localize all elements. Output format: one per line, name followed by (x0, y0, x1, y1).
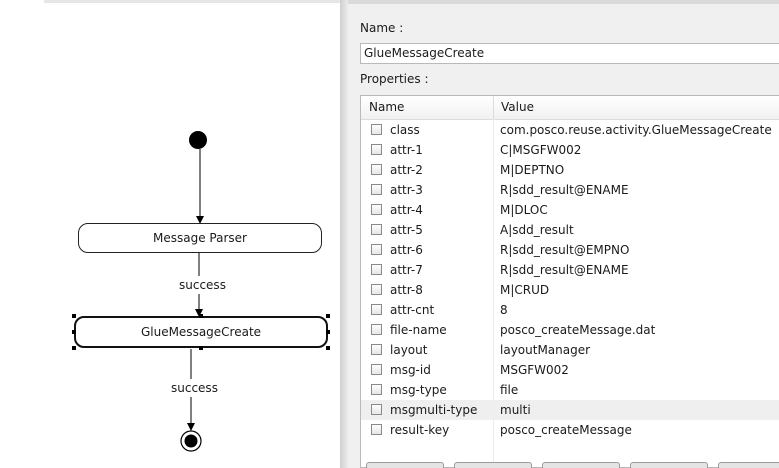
table-row[interactable]: attr-3 R|sdd_result@ENAME (361, 180, 779, 200)
property-value-cell[interactable]: M|DLOC (500, 200, 548, 220)
property-value-cell[interactable]: R|sdd_result@EMPNO (500, 240, 629, 260)
property-value-cell[interactable]: R|sdd_result@ENAME (500, 260, 629, 280)
property-name-cell: layout (390, 343, 428, 357)
properties-panel: Name : GlueMessageCreate Properties : Na… (348, 0, 779, 468)
property-value-cell[interactable]: 8 (500, 300, 508, 320)
selection-handle-nw[interactable] (72, 314, 76, 318)
property-name-cell: file-name (390, 323, 447, 337)
table-row[interactable]: attr-2 M|DEPTNO (361, 160, 779, 180)
diagram-canvas[interactable]: Message Parser success GlueMessageCreate… (0, 0, 340, 468)
name-label: Name : (360, 21, 404, 35)
property-name-cell: attr-8 (390, 283, 423, 297)
property-name-cell: msgmulti-type (390, 403, 478, 417)
end-node-inner (184, 434, 198, 448)
edge-label-success-2: success (171, 381, 218, 395)
property-value-cell[interactable]: posco_createMessage (500, 420, 632, 440)
table-row[interactable]: attr-cnt 8 (361, 300, 779, 320)
row-checkbox[interactable] (371, 144, 382, 155)
property-name-cell: attr-5 (390, 223, 423, 237)
table-row[interactable]: attr-4 M|DLOC (361, 200, 779, 220)
edge-label-success-1: success (179, 278, 226, 292)
row-checkbox[interactable] (371, 124, 382, 135)
selection-handle-ne[interactable] (326, 314, 330, 318)
property-value-cell[interactable]: com.posco.reuse.activity.GlueMessageCrea… (500, 120, 772, 140)
column-header-name[interactable]: Name (369, 96, 404, 119)
properties-table[interactable]: Name Value class com.posco.reuse.activity… (360, 95, 779, 468)
property-value-cell[interactable]: file (500, 380, 518, 400)
message-parser-node[interactable]: Message Parser (78, 223, 322, 253)
bottom-button-4[interactable] (630, 462, 708, 468)
property-name-cell: msg-type (390, 383, 447, 397)
row-checkbox[interactable] (371, 284, 382, 295)
start-node[interactable] (189, 131, 207, 149)
bottom-button-2[interactable] (454, 462, 532, 468)
table-row[interactable]: attr-7 R|sdd_result@ENAME (361, 260, 779, 280)
property-value-cell[interactable]: C|MSGFW002 (500, 140, 581, 160)
table-row[interactable]: attr-5 A|sdd_result (361, 220, 779, 240)
glue-message-create-node[interactable]: GlueMessageCreate (74, 316, 328, 348)
properties-label: Properties : (360, 72, 429, 86)
property-name-cell: attr-6 (390, 243, 423, 257)
selection-handle-sw[interactable] (72, 346, 76, 350)
row-checkbox[interactable] (371, 424, 382, 435)
panel-top-edge (348, 0, 779, 4)
table-row[interactable]: file-name posco_createMessage.dat (361, 320, 779, 340)
property-value-cell[interactable]: M|DEPTNO (500, 160, 564, 180)
selection-handle-s[interactable] (199, 346, 203, 350)
property-name-cell: attr-cnt (390, 303, 435, 317)
table-row[interactable]: msg-id MSGFW002 (361, 360, 779, 380)
property-value-cell[interactable]: A|sdd_result (500, 220, 574, 240)
selection-handle-n[interactable] (199, 314, 203, 318)
property-name-cell: class (390, 123, 420, 137)
table-header: Name Value (361, 96, 779, 120)
property-name-cell: attr-7 (390, 263, 423, 277)
row-checkbox[interactable] (371, 324, 382, 335)
property-name-cell: attr-3 (390, 183, 423, 197)
table-row[interactable]: attr-1 C|MSGFW002 (361, 140, 779, 160)
table-row[interactable]: attr-8 M|CRUD (361, 280, 779, 300)
property-name-cell: msg-id (390, 363, 431, 377)
property-name-cell: attr-1 (390, 143, 423, 157)
row-checkbox[interactable] (371, 244, 382, 255)
table-row[interactable]: layout layoutManager (361, 340, 779, 360)
selection-handle-se[interactable] (326, 346, 330, 350)
table-row[interactable]: class com.posco.reuse.activity.GlueMessag… (361, 120, 779, 140)
panel-splitter[interactable] (340, 0, 348, 468)
bottom-button-3[interactable] (542, 462, 620, 468)
row-checkbox[interactable] (371, 344, 382, 355)
bottom-button-5[interactable] (718, 462, 779, 468)
selection-handle-w[interactable] (72, 330, 76, 334)
row-checkbox[interactable] (371, 224, 382, 235)
row-checkbox[interactable] (371, 364, 382, 375)
row-checkbox[interactable] (371, 184, 382, 195)
glue-message-create-label: GlueMessageCreate (140, 325, 262, 339)
table-row[interactable]: msg-type file (361, 380, 779, 400)
table-row[interactable]: result-key posco_createMessage (361, 420, 779, 440)
table-row[interactable]: attr-6 R|sdd_result@EMPNO (361, 240, 779, 260)
row-checkbox[interactable] (371, 204, 382, 215)
column-header-value[interactable]: Value (501, 96, 534, 119)
table-row[interactable]: msgmulti-type multi (361, 400, 779, 420)
name-input[interactable]: GlueMessageCreate (360, 43, 779, 64)
property-value-cell[interactable]: MSGFW002 (500, 360, 569, 380)
property-value-cell[interactable]: posco_createMessage.dat (500, 320, 655, 340)
row-checkbox[interactable] (371, 164, 382, 175)
property-value-cell[interactable]: layoutManager (500, 340, 590, 360)
bottom-button-1[interactable] (366, 462, 444, 468)
property-name-cell: attr-2 (390, 163, 423, 177)
row-checkbox[interactable] (371, 304, 382, 315)
property-value-cell[interactable]: multi (500, 400, 531, 420)
property-name-cell: result-key (390, 423, 450, 437)
property-value-cell[interactable]: R|sdd_result@ENAME (500, 180, 629, 200)
column-separator[interactable] (493, 96, 494, 119)
row-checkbox[interactable] (371, 384, 382, 395)
selection-handle-e[interactable] (326, 330, 330, 334)
property-name-cell: attr-4 (390, 203, 423, 217)
row-checkbox[interactable] (371, 404, 382, 415)
message-parser-label: Message Parser (153, 231, 247, 245)
row-checkbox[interactable] (371, 264, 382, 275)
property-value-cell[interactable]: M|CRUD (500, 280, 549, 300)
